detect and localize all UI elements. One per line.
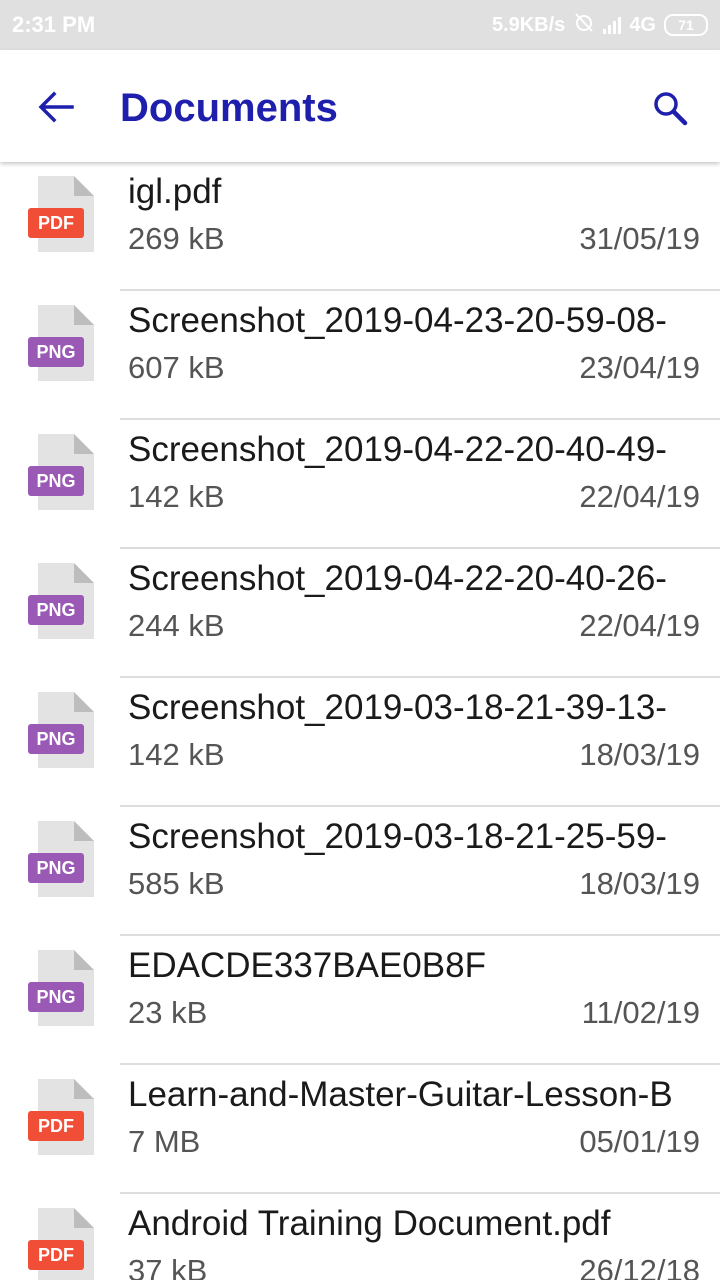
file-date: 05/01/19 bbox=[579, 1124, 700, 1159]
png-file-icon: PNG bbox=[28, 821, 96, 897]
file-size: 7 MB bbox=[128, 1124, 201, 1159]
battery-icon: 71 bbox=[664, 14, 708, 36]
file-size: 244 kB bbox=[128, 608, 225, 643]
file-list-item[interactable]: PNG Screenshot_2019-03-18-21-25-59- 585 kB… bbox=[0, 807, 720, 936]
file-type-badge-text: PDF bbox=[38, 1245, 74, 1265]
app-bar: Documents bbox=[0, 50, 720, 162]
file-list-item[interactable]: PNG Screenshot_2019-04-22-20-40-26- 244 kB… bbox=[0, 549, 720, 678]
pdf-file-icon: PDF bbox=[28, 1208, 96, 1280]
page-title: Documents bbox=[120, 86, 338, 130]
file-list-item[interactable]: PNG Screenshot_2019-04-22-20-40-49- 142 kB… bbox=[0, 420, 720, 549]
network-speed: 5.9KB/s bbox=[491, 13, 566, 36]
file-name: Android Training Document.pdf bbox=[128, 1204, 611, 1243]
file-size: 269 kB bbox=[128, 221, 225, 256]
file-name: Learn-and-Master-Guitar-Lesson-B bbox=[128, 1075, 673, 1114]
file-name: Screenshot_2019-03-18-21-25-59- bbox=[128, 817, 667, 856]
file-size: 607 kB bbox=[128, 350, 225, 385]
pdf-file-icon: PDF bbox=[28, 1079, 96, 1155]
png-file-icon: PNG bbox=[28, 305, 96, 381]
file-list-item[interactable]: PDF igl.pdf 269 kB 31/05/19 bbox=[0, 162, 720, 291]
file-type-badge-text: PNG bbox=[36, 858, 75, 878]
file-name: Screenshot_2019-03-18-21-39-13- bbox=[128, 688, 667, 727]
png-file-icon: PNG bbox=[28, 434, 96, 510]
file-date: 31/05/19 bbox=[579, 221, 700, 256]
status-indicators: 5.9KB/s 4G 71 bbox=[492, 12, 708, 38]
file-size: 142 kB bbox=[128, 737, 225, 772]
file-list: PDF igl.pdf 269 kB 31/05/19 PNG Screenshot_20… bbox=[0, 162, 720, 1280]
signal-icon bbox=[603, 16, 622, 34]
png-file-icon: PNG bbox=[28, 950, 96, 1026]
file-type-badge-text: PDF bbox=[38, 213, 74, 233]
file-list-item[interactable]: PNG EDACDE337BAE0B8F 23 kB 11/02/19 bbox=[0, 936, 720, 1065]
file-size: 142 kB bbox=[128, 479, 225, 514]
file-type-badge-text: PNG bbox=[36, 987, 75, 1007]
arrow-back-icon[interactable] bbox=[30, 86, 82, 128]
file-list-item[interactable]: PDF Learn-and-Master-Guitar-Lesson-B 7 MB 0… bbox=[0, 1065, 720, 1194]
file-type-badge-text: PNG bbox=[36, 600, 75, 620]
file-type-badge-text: PNG bbox=[36, 729, 75, 749]
file-date: 11/02/19 bbox=[581, 995, 700, 1030]
search-icon[interactable] bbox=[646, 84, 694, 132]
file-date: 22/04/19 bbox=[579, 479, 700, 514]
file-size: 37 kB bbox=[128, 1253, 208, 1280]
file-list-item[interactable]: PNG Screenshot_2019-03-18-21-39-13- 142 kB… bbox=[0, 678, 720, 807]
file-type-badge-text: PNG bbox=[36, 342, 75, 362]
status-time: 2:31 PM bbox=[12, 12, 96, 37]
file-name: Screenshot_2019-04-22-20-40-49- bbox=[128, 430, 667, 469]
file-date: 18/03/19 bbox=[579, 737, 700, 772]
alarm-off-icon bbox=[573, 11, 595, 39]
file-list-item[interactable]: PNG Screenshot_2019-04-23-20-59-08- 607 kB… bbox=[0, 291, 720, 420]
file-name: EDACDE337BAE0B8F bbox=[128, 946, 486, 985]
png-file-icon: PNG bbox=[28, 692, 96, 768]
status-bar: 2:31 PM 5.9KB/s 4G 71 bbox=[0, 0, 720, 50]
file-date: 26/12/18 bbox=[579, 1253, 700, 1280]
pdf-file-icon: PDF bbox=[28, 176, 96, 252]
file-type-badge-text: PNG bbox=[36, 471, 75, 491]
file-size: 23 kB bbox=[128, 995, 208, 1030]
png-file-icon: PNG bbox=[28, 563, 96, 639]
network-type: 4G bbox=[629, 13, 656, 36]
file-name: igl.pdf bbox=[128, 172, 222, 211]
file-date: 22/04/19 bbox=[579, 608, 700, 643]
file-name: Screenshot_2019-04-22-20-40-26- bbox=[128, 559, 667, 598]
file-date: 23/04/19 bbox=[579, 350, 700, 385]
file-list-item[interactable]: PDF Android Training Document.pdf 37 kB 26/… bbox=[0, 1194, 720, 1280]
file-date: 18/03/19 bbox=[579, 866, 700, 901]
file-type-badge-text: PDF bbox=[38, 1116, 74, 1136]
file-size: 585 kB bbox=[128, 866, 225, 901]
file-name: Screenshot_2019-04-23-20-59-08- bbox=[128, 301, 667, 340]
